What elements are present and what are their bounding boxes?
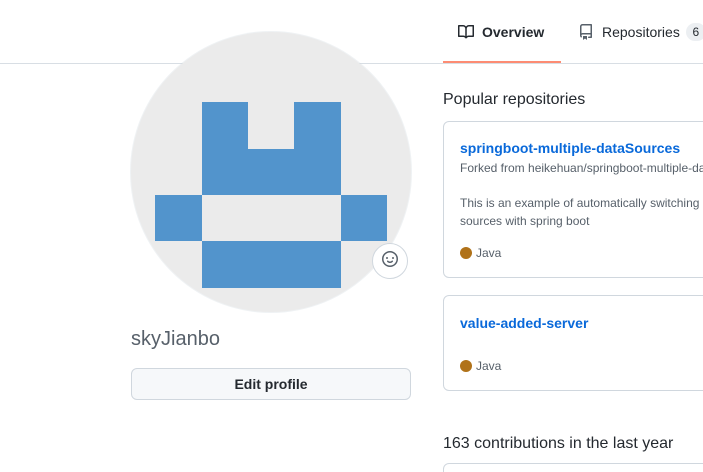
selected-tab-underline xyxy=(443,61,561,63)
tab-overview-label: Overview xyxy=(482,24,545,40)
identicon-block xyxy=(155,195,202,241)
repo-icon xyxy=(578,24,594,40)
repo-link[interactable]: springboot-multiple-dataSources xyxy=(460,140,680,156)
popular-repositories-heading: Popular repositories xyxy=(443,91,586,108)
repo-card: springboot-multiple-dataSources Forked f… xyxy=(443,121,703,278)
repo-language: Java xyxy=(460,246,501,260)
repo-link[interactable]: value-added-server xyxy=(460,315,588,331)
contribution-graph xyxy=(443,463,703,472)
repo-language-label: Java xyxy=(476,359,502,373)
profile-tabs: Overview Repositories 6 xyxy=(0,0,703,64)
tab-repositories-label: Repositories xyxy=(602,24,680,40)
identicon-block xyxy=(341,195,387,241)
book-icon xyxy=(458,24,474,40)
repo-language: Java xyxy=(460,359,501,373)
repo-language-label: Java xyxy=(476,246,502,260)
avatar[interactable] xyxy=(131,32,411,312)
edit-profile-button[interactable]: Edit profile xyxy=(131,368,411,400)
identicon-block xyxy=(294,102,341,149)
repositories-count-badge: 6 xyxy=(685,23,703,41)
tab-repositories[interactable]: Repositories 6 xyxy=(578,0,703,64)
profile-username: skyJianbo xyxy=(131,328,220,350)
tab-overview[interactable]: Overview xyxy=(458,0,544,64)
identicon-block xyxy=(202,102,248,149)
repo-description: This is an example of automatically swit… xyxy=(460,196,703,228)
language-color-dot xyxy=(460,360,472,372)
identicon-block xyxy=(202,149,341,195)
language-color-dot xyxy=(460,247,472,259)
set-status-button[interactable] xyxy=(372,243,408,279)
identicon-block xyxy=(202,241,341,288)
smiley-icon xyxy=(382,250,398,272)
repo-forked-from: Forked from heikehuan/springboot-multipl… xyxy=(460,161,703,175)
contributions-heading: 163 contributions in the last year xyxy=(443,435,674,452)
repo-card: value-added-server Java xyxy=(443,295,703,391)
